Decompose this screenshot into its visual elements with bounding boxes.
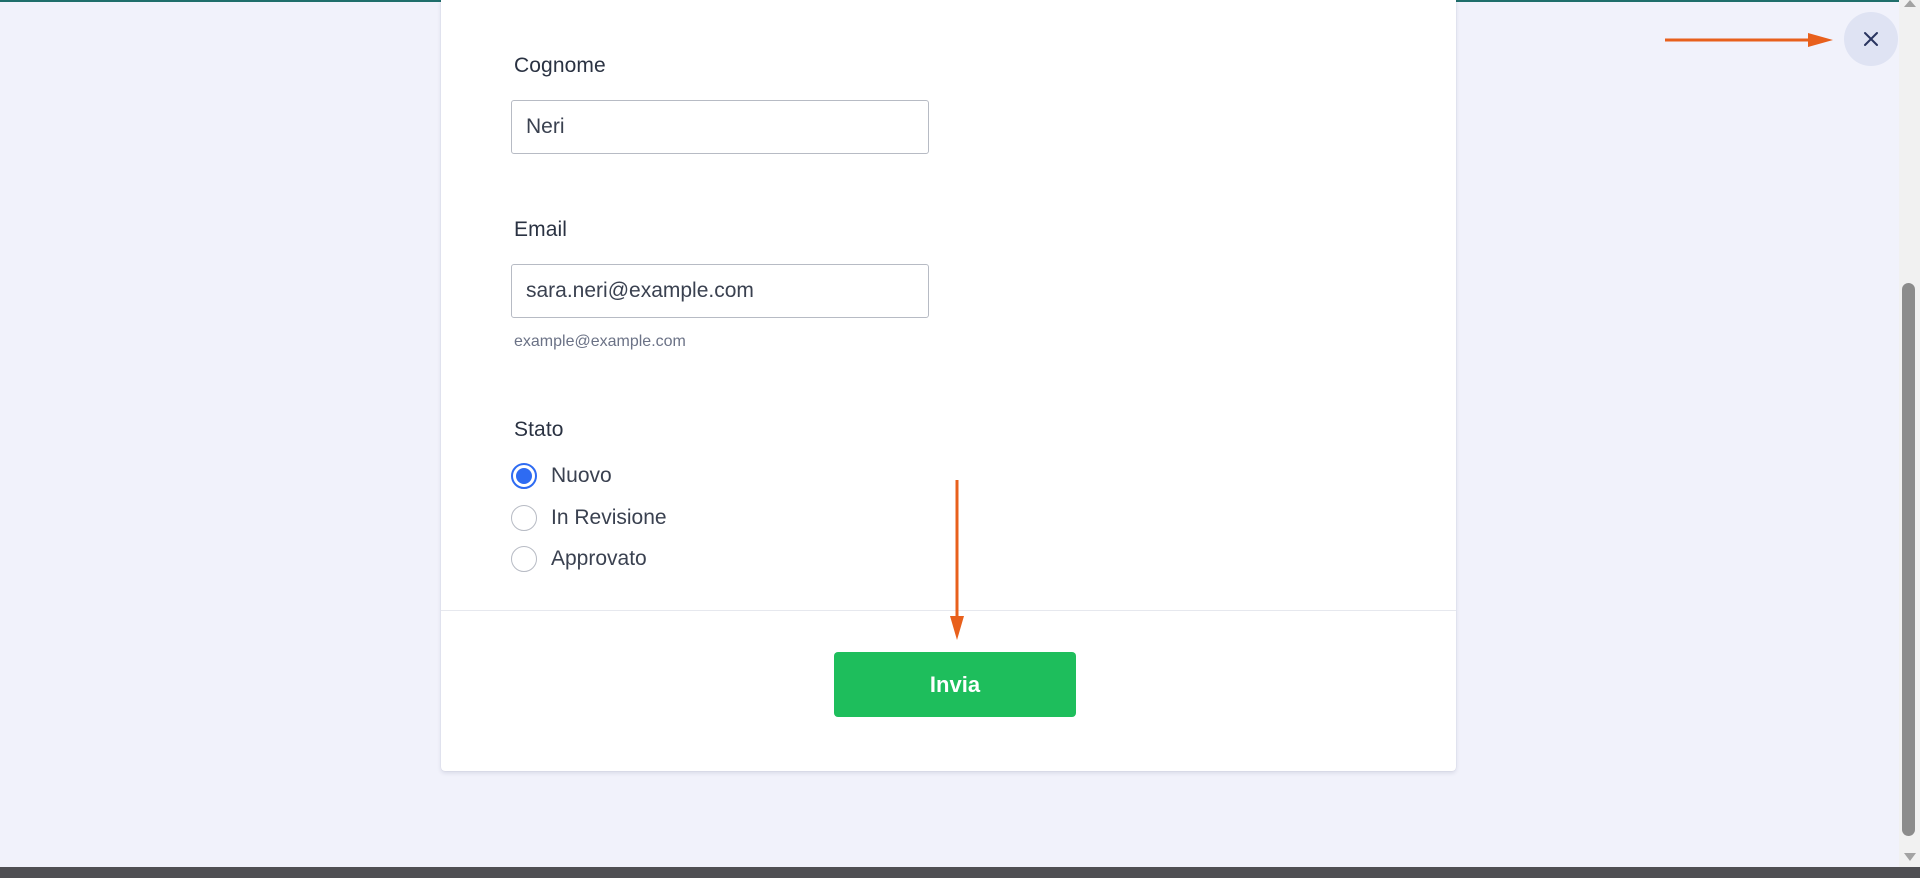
radio-label-approvato: Approvato [551,547,647,570]
radio-option-nuovo[interactable]: Nuovo [511,462,612,490]
form-card: Cognome Email example@example.com Stato … [441,0,1456,771]
radio-label-nuovo: Nuovo [551,464,612,487]
email-helper-text: example@example.com [514,333,686,350]
email-label: Email [514,218,568,241]
radio-button[interactable] [511,505,537,531]
bottom-bar [0,867,1920,878]
annotation-arrow-right [1665,33,1833,47]
radio-button[interactable] [511,546,537,572]
email-input[interactable] [511,264,929,318]
close-button[interactable] [1844,12,1898,66]
cognome-input[interactable] [511,100,929,154]
annotation-arrow-down [950,480,964,640]
scroll-up-icon[interactable] [1904,0,1916,7]
close-icon [1864,32,1878,46]
radio-label-in-revisione: In Revisione [551,506,667,529]
radio-option-in-revisione[interactable]: In Revisione [511,504,667,532]
scroll-down-icon[interactable] [1904,853,1916,861]
radio-button-checked[interactable] [511,463,537,489]
cognome-label: Cognome [514,54,606,77]
radio-option-approvato[interactable]: Approvato [511,545,647,573]
submit-button[interactable]: Invia [834,652,1076,717]
scrollbar-thumb[interactable] [1902,283,1915,836]
stato-label: Stato [514,418,564,441]
